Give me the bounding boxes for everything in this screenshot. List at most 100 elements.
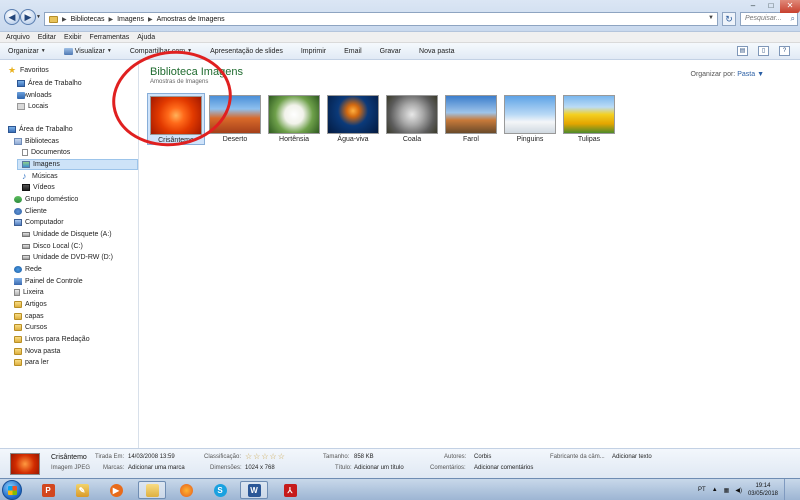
camera-maker-value[interactable]: Adicionar texto	[612, 454, 652, 460]
thumbnail-coala[interactable]: Coala	[383, 95, 441, 143]
comments-value[interactable]: Adicionar comentários	[474, 465, 533, 471]
chevron-right-icon[interactable]: ▶	[108, 16, 113, 23]
taskbar-word[interactable]: W	[240, 481, 268, 499]
nav-folder-livros[interactable]: Livros para Redação	[14, 334, 90, 345]
thumbnail-hortensia[interactable]: Hortênsia	[265, 95, 323, 143]
slideshow-button[interactable]: Apresentação de slides	[210, 48, 283, 55]
date-taken-value[interactable]: 14/03/2008 13:59	[128, 454, 175, 460]
clock[interactable]: 19:14 03/05/2018	[748, 482, 778, 498]
nav-area-trabalho[interactable]: Área de Trabalho	[8, 124, 73, 135]
forward-button[interactable]: ▶	[20, 9, 36, 25]
nav-label: Computador	[25, 219, 64, 226]
recent-pages-dropdown[interactable]: ▼	[36, 14, 41, 20]
nav-disco-local[interactable]: Disco Local (C:)	[22, 241, 83, 252]
share-button[interactable]: Compartilhar com ▼	[130, 48, 192, 55]
thumbnail-pinguins[interactable]: Pinguins	[501, 95, 559, 143]
arrange-by: Organizar por: Pasta ▼	[691, 71, 765, 78]
nav-bibliotecas[interactable]: Bibliotecas	[14, 136, 59, 147]
volume-icon[interactable]: ◀)	[735, 487, 742, 494]
nav-lixeira[interactable]: Lixeira	[14, 287, 44, 298]
taskbar-paint[interactable]: ✎	[68, 481, 96, 499]
address-bar[interactable]: ▶ Bibliotecas ▶ Imagens ▶ Amostras de Im…	[44, 12, 718, 26]
taskbar-skype[interactable]: S	[206, 481, 234, 499]
pdf-icon: ⅄	[283, 483, 297, 497]
taskbar-powerpoint[interactable]: P	[34, 481, 62, 499]
maximize-button[interactable]: □	[762, 0, 780, 13]
menu-arquivo[interactable]: Arquivo	[6, 32, 30, 42]
thumbnail-farol[interactable]: Farol	[442, 95, 500, 143]
nav-cliente[interactable]: Cliente	[14, 206, 47, 217]
thumbnail-crisantemo[interactable]: Crisântemo	[147, 93, 205, 145]
thumbnail-caption: Água-viva	[337, 136, 369, 143]
menu-ferramentas[interactable]: Ferramentas	[90, 32, 130, 42]
breadcrumb-imagens[interactable]: Imagens	[117, 16, 144, 23]
nav-dvd[interactable]: Unidade de DVD-RW (D:)	[22, 252, 113, 263]
nav-favoritos[interactable]: ★ Favoritos	[8, 65, 49, 76]
taskbar-acrobat[interactable]: ⅄	[276, 481, 304, 499]
nav-folder-cursos[interactable]: Cursos	[14, 322, 47, 333]
print-button[interactable]: Imprimir	[301, 48, 326, 55]
nav-musicas[interactable]: ♪ Músicas	[22, 171, 58, 182]
nav-label: capas	[25, 313, 44, 320]
breadcrumb-amostras[interactable]: Amostras de Imagens	[157, 16, 225, 23]
nav-locais[interactable]: Locais	[17, 101, 48, 112]
nav-painel[interactable]: Painel de Controle	[14, 276, 83, 287]
back-button[interactable]: ◀	[4, 9, 20, 25]
details-pane: Crisântemo Imagem JPEG Tirada Em: 14/03/…	[0, 448, 800, 478]
preview-button[interactable]: Visualizar ▼	[63, 47, 112, 55]
thumbnail-agua-viva[interactable]: Água-viva	[324, 95, 382, 143]
refresh-button[interactable]: ↻	[722, 12, 736, 26]
nav-folder-para-ler[interactable]: para ler	[14, 357, 49, 368]
burn-button[interactable]: Gravar	[380, 48, 401, 55]
nav-imagens[interactable]: Imagens	[17, 159, 138, 170]
network-tray-icon[interactable]: ▦	[724, 487, 730, 494]
thumbnail-tulipas[interactable]: Tulipas	[560, 95, 618, 143]
nav-documentos[interactable]: Documentos	[22, 147, 70, 158]
organize-button[interactable]: Organizar ▼	[8, 48, 46, 55]
show-desktop-button[interactable]	[784, 479, 790, 500]
email-button[interactable]: Email	[344, 48, 362, 55]
nav-downloads[interactable]: Downloads	[17, 90, 52, 101]
nav-folder-nova-pasta[interactable]: Nova pasta	[14, 346, 60, 357]
rating-stars[interactable]: ☆☆☆☆☆	[245, 452, 286, 461]
breadcrumb-bibliotecas[interactable]: Bibliotecas	[71, 16, 105, 23]
nav-folder-artigos[interactable]: Artigos	[14, 299, 47, 310]
nav-folder-capas[interactable]: capas	[14, 311, 44, 322]
search-input[interactable]: Pesquisar... ⌕	[740, 12, 798, 26]
title-value[interactable]: Adicionar um título	[354, 465, 404, 471]
authors-value[interactable]: Corbis	[474, 454, 491, 460]
nav-disquete[interactable]: Unidade de Disquete (A:)	[22, 229, 112, 240]
arrange-dropdown[interactable]: Pasta	[737, 71, 755, 78]
documents-icon	[22, 149, 28, 156]
menu-ajuda[interactable]: Ajuda	[137, 32, 155, 42]
close-button[interactable]: ✕	[780, 0, 800, 13]
search-icon[interactable]: ⌕	[791, 14, 795, 24]
minimize-button[interactable]: –	[744, 0, 762, 13]
taskbar-media-player[interactable]: ▶	[102, 481, 130, 499]
menu-editar[interactable]: Editar	[38, 32, 56, 42]
help-icon[interactable]: ?	[779, 46, 790, 56]
nav-grupo[interactable]: Grupo doméstico	[14, 194, 78, 205]
language-indicator[interactable]: PT	[698, 487, 706, 493]
menu-exibir[interactable]: Exibir	[64, 32, 82, 42]
new-folder-button[interactable]: Nova pasta	[419, 48, 454, 55]
taskbar-firefox[interactable]	[172, 481, 200, 499]
change-view-icon[interactable]: ▤	[737, 46, 748, 56]
preview-pane-icon[interactable]: ▯	[758, 46, 769, 56]
tags-value[interactable]: Adicionar uma marca	[128, 465, 185, 471]
preview-label: Visualizar	[74, 47, 105, 55]
address-dropdown-icon[interactable]: ▼	[708, 15, 714, 21]
chevron-down-icon[interactable]: ▼	[757, 71, 764, 78]
nav-area-trabalho-fav[interactable]: Área de Trabalho	[17, 78, 82, 89]
nav-label: Disco Local (C:)	[33, 243, 83, 250]
show-hidden-icons-icon[interactable]: ▲	[712, 487, 718, 493]
nav-rede[interactable]: Rede	[14, 264, 42, 275]
taskbar-explorer[interactable]	[138, 481, 166, 499]
thumbnail-deserto[interactable]: Deserto	[206, 95, 264, 143]
chevron-right-icon[interactable]: ▶	[148, 16, 153, 23]
nav-videos[interactable]: Vídeos	[22, 182, 55, 193]
nav-computador[interactable]: Computador	[14, 217, 64, 228]
folder-icon	[14, 359, 22, 366]
start-button[interactable]	[2, 480, 22, 500]
folder-icon	[14, 324, 22, 331]
